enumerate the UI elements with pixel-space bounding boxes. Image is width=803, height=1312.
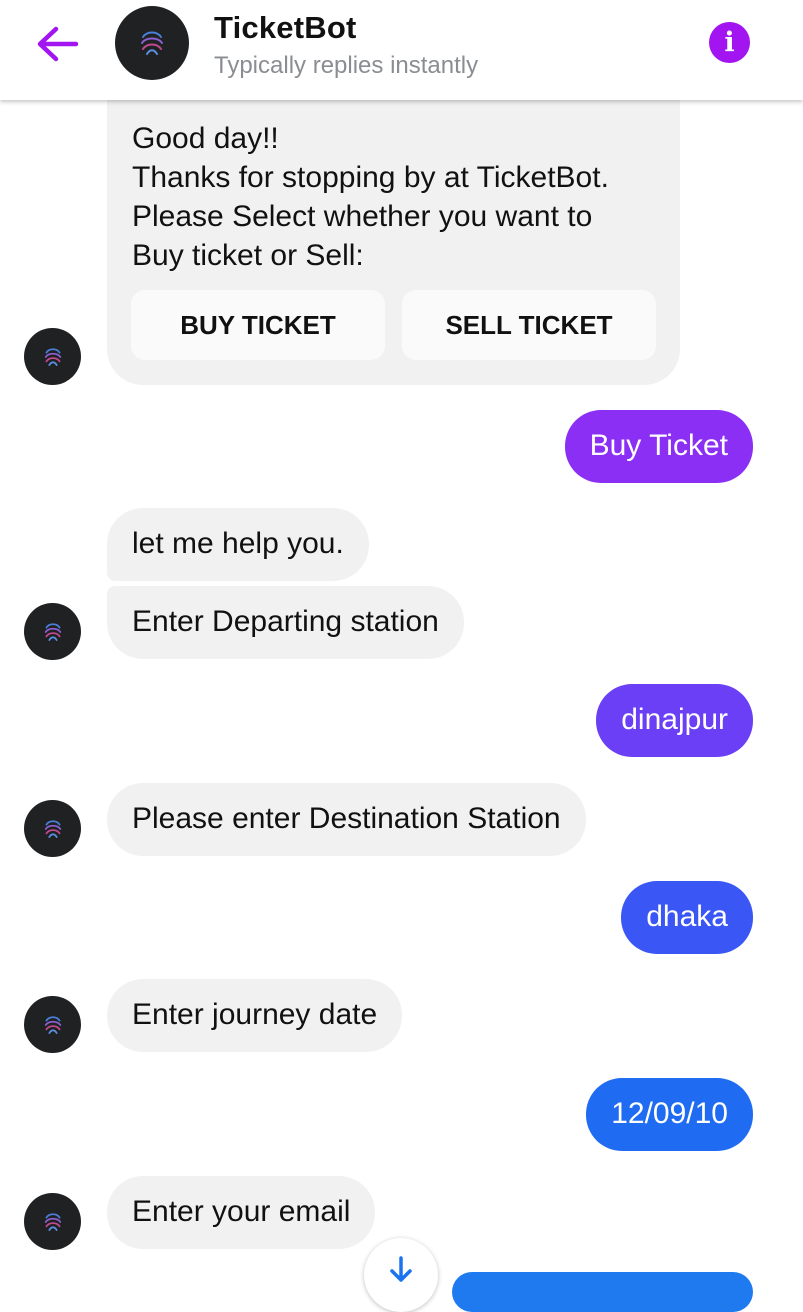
sell-ticket-button[interactable]: SELL TICKET bbox=[402, 290, 656, 360]
bot-avatar bbox=[24, 996, 81, 1053]
user-message: 12/09/10 bbox=[586, 1078, 753, 1151]
bot-message: let me help you. bbox=[107, 508, 369, 581]
bot-logo-icon bbox=[44, 819, 61, 838]
bot-avatar bbox=[24, 800, 81, 857]
arrow-left-icon bbox=[37, 26, 79, 62]
bot-avatar bbox=[24, 603, 81, 660]
bot-message: Please enter Destination Station bbox=[107, 783, 586, 856]
bot-logo-icon bbox=[44, 347, 61, 366]
bot-logo-icon bbox=[44, 622, 61, 641]
bot-message: Enter Departing station bbox=[107, 586, 464, 659]
bot-logo-icon bbox=[44, 1212, 61, 1231]
info-button[interactable]: i bbox=[709, 22, 750, 63]
arrow-down-icon bbox=[390, 1256, 412, 1282]
bot-logo-icon bbox=[44, 1015, 61, 1034]
user-message-partial bbox=[452, 1272, 753, 1312]
user-message: dinajpur bbox=[596, 684, 753, 757]
bot-logo-icon bbox=[141, 31, 163, 55]
bot-message: Enter journey date bbox=[107, 979, 403, 1052]
welcome-line: Please Select whether you want to bbox=[132, 200, 593, 233]
bot-avatar bbox=[24, 328, 81, 385]
info-icon: i bbox=[724, 27, 735, 58]
chat-title: TicketBot bbox=[214, 10, 357, 45]
bot-welcome-card: Good day!! Thanks for stopping by at Tic… bbox=[107, 100, 680, 385]
user-message: Buy Ticket bbox=[564, 410, 753, 483]
bot-message: Enter your email bbox=[107, 1176, 376, 1249]
user-message: dhaka bbox=[621, 881, 753, 954]
scroll-down-button[interactable] bbox=[364, 1238, 438, 1312]
welcome-line: Good day!! bbox=[132, 122, 279, 155]
bot-avatar bbox=[24, 1193, 81, 1250]
chat-status: Typically replies instantly bbox=[214, 52, 479, 79]
avatar[interactable] bbox=[115, 6, 189, 80]
buy-ticket-button[interactable]: BUY TICKET bbox=[131, 290, 385, 360]
chat-header: TicketBot Typically replies instantly i bbox=[0, 0, 803, 100]
welcome-line: Buy ticket or Sell: bbox=[132, 239, 364, 272]
back-button[interactable] bbox=[34, 24, 80, 64]
welcome-message: Good day!! Thanks for stopping by at Tic… bbox=[132, 119, 609, 275]
welcome-line: Thanks for stopping by at TicketBot. bbox=[132, 161, 609, 194]
